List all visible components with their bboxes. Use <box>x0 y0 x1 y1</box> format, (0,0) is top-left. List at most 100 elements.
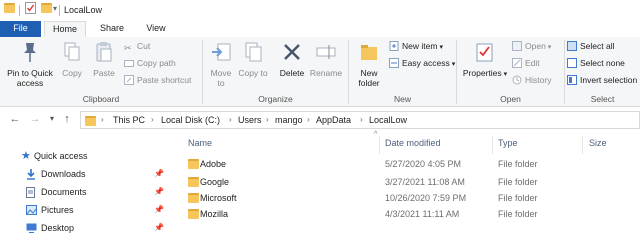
open-button[interactable]: Open ▾ <box>512 40 551 53</box>
cut-label: Cut <box>137 41 151 51</box>
document-icon <box>26 187 36 200</box>
breadcrumb-separator-icon: › <box>151 115 154 124</box>
move-to-icon <box>206 41 236 65</box>
file-date: 5/27/2020 4:05 PM <box>385 159 462 169</box>
desktop-icon <box>26 223 37 235</box>
breadcrumb-user-folder[interactable]: mango <box>275 115 303 125</box>
properties-checkbox-icon[interactable] <box>25 2 36 16</box>
select-none-button[interactable]: Select none <box>567 57 625 70</box>
nav-item-pictures[interactable]: Pictures 📌 <box>0 202 172 219</box>
cut-button[interactable]: ✂ Cut <box>124 40 150 53</box>
group-label-select: Select <box>590 94 615 104</box>
edit-label: Edit <box>525 58 540 68</box>
forward-arrow-icon[interactable]: → <box>28 113 42 125</box>
new-item-icon <box>389 41 399 51</box>
nav-item-label: Quick access <box>34 151 88 161</box>
open-label: Open <box>525 41 546 51</box>
recent-locations-chevron-icon[interactable]: ▾ <box>45 114 59 123</box>
table-row[interactable]: Microsoft 10/26/2020 7:59 PM File folder <box>180 190 640 206</box>
copy-to-button[interactable]: Copy to <box>238 41 268 78</box>
properties-button[interactable]: Properties ▾ <box>461 41 509 80</box>
file-type: File folder <box>498 177 538 187</box>
move-to-button[interactable]: Move to <box>206 41 236 88</box>
nav-item-label: Pictures <box>41 205 74 215</box>
file-date: 4/3/2021 11:11 AM <box>385 209 460 219</box>
pin-icon[interactable]: 📌 <box>154 187 164 196</box>
table-row[interactable]: Mozilla 4/3/2021 11:11 AM File folder <box>180 206 640 222</box>
column-divider[interactable] <box>492 136 493 154</box>
select-all-label: Select all <box>580 41 615 51</box>
table-row[interactable]: Google 3/27/2021 11:08 AM File folder <box>180 174 640 190</box>
delete-label: Delete <box>279 68 305 78</box>
chevron-down-icon[interactable]: ▾ <box>53 4 57 13</box>
paste-shortcut-button[interactable]: Paste shortcut <box>124 74 191 87</box>
pin-icon[interactable]: 📌 <box>154 223 164 232</box>
address-bar[interactable]: › This PC › Local Disk (C:) › Users › ma… <box>80 111 640 129</box>
nav-item-downloads[interactable]: Downloads 📌 <box>0 166 172 183</box>
history-label: History <box>525 75 552 85</box>
chevron-down-icon: ▾ <box>439 44 443 51</box>
new-folder-quick-icon[interactable] <box>41 3 52 13</box>
select-all-button[interactable]: Select all <box>567 40 615 53</box>
new-folder-button[interactable]: New folder <box>352 41 386 88</box>
rename-button[interactable]: Rename <box>308 41 344 78</box>
file-type: File folder <box>498 193 538 203</box>
easy-access-icon <box>389 58 399 68</box>
scissors-icon: ✂ <box>124 43 132 53</box>
navigation-pane: ★ Quick access Downloads 📌 Documents 📌 P… <box>0 135 172 240</box>
pin-to-quick-access-button[interactable]: Pin to Quick access <box>2 41 58 88</box>
navigation-bar: ← → ▾ ↑ › This PC › Local Disk (C:) › Us… <box>0 107 640 133</box>
tab-file[interactable]: File <box>0 21 41 37</box>
delete-button[interactable]: Delete <box>276 41 308 78</box>
history-button[interactable]: History <box>512 74 551 87</box>
select-all-icon <box>567 41 577 51</box>
paste-button[interactable]: Paste <box>88 41 120 78</box>
copy-path-button[interactable]: Copy path <box>124 57 176 70</box>
copy-path-icon <box>124 58 134 68</box>
properties-label: Properties <box>462 68 502 78</box>
breadcrumb-locallow[interactable]: LocalLow <box>369 115 407 125</box>
tab-view[interactable]: View <box>138 21 174 37</box>
folder-icon <box>188 159 199 169</box>
breadcrumb-local-disk[interactable]: Local Disk (C:) <box>161 115 220 125</box>
new-folder-label: New folder <box>358 68 380 88</box>
tab-home[interactable]: Home <box>44 21 86 37</box>
column-divider[interactable] <box>379 136 380 154</box>
column-header-size[interactable]: Size <box>589 138 607 152</box>
file-name: Microsoft <box>200 193 237 203</box>
breadcrumb-appdata[interactable]: AppData <box>316 115 351 125</box>
group-label-new: New <box>393 94 411 104</box>
history-icon <box>512 75 522 85</box>
group-label-clipboard: Clipboard <box>82 94 120 104</box>
nav-item-quick-access[interactable]: ★ Quick access <box>0 148 172 165</box>
invert-selection-label: Invert selection <box>580 75 638 85</box>
back-arrow-icon[interactable]: ← <box>8 113 22 125</box>
table-row[interactable]: Adobe 5/27/2020 4:05 PM File folder <box>180 156 640 172</box>
new-item-button[interactable]: New item ▾ <box>389 40 443 53</box>
pin-icon[interactable]: 📌 <box>154 169 164 178</box>
group-label-open: Open <box>500 94 521 104</box>
breadcrumb-this-pc[interactable]: This PC <box>113 115 145 125</box>
title-bar: ▾ LocalLow <box>0 0 640 21</box>
column-header-date-modified[interactable]: Date modified <box>385 138 441 152</box>
tab-share[interactable]: Share <box>92 21 132 37</box>
easy-access-button[interactable]: Easy access ▾ <box>389 57 455 70</box>
select-none-icon <box>567 58 577 68</box>
up-arrow-icon[interactable]: ↑ <box>60 113 74 125</box>
breadcrumb-users[interactable]: Users <box>238 115 262 125</box>
edit-button[interactable]: Edit <box>512 57 540 70</box>
divider <box>59 5 60 16</box>
copy-button[interactable]: Copy <box>60 41 84 78</box>
sort-indicator-icon: ^ <box>374 131 378 138</box>
pin-icon[interactable]: 📌 <box>154 205 164 214</box>
nav-item-documents[interactable]: Documents 📌 <box>0 184 172 201</box>
column-header-name[interactable]: Name <box>188 138 212 152</box>
nav-item-desktop[interactable]: Desktop 📌 <box>0 220 172 237</box>
new-item-label: New item <box>402 41 438 51</box>
select-none-label: Select none <box>580 58 625 68</box>
invert-selection-button[interactable]: Invert selection <box>567 74 637 87</box>
column-header-type[interactable]: Type <box>498 138 518 152</box>
paste-label: Paste <box>93 68 115 78</box>
file-type: File folder <box>498 159 538 169</box>
column-divider[interactable] <box>582 136 583 154</box>
